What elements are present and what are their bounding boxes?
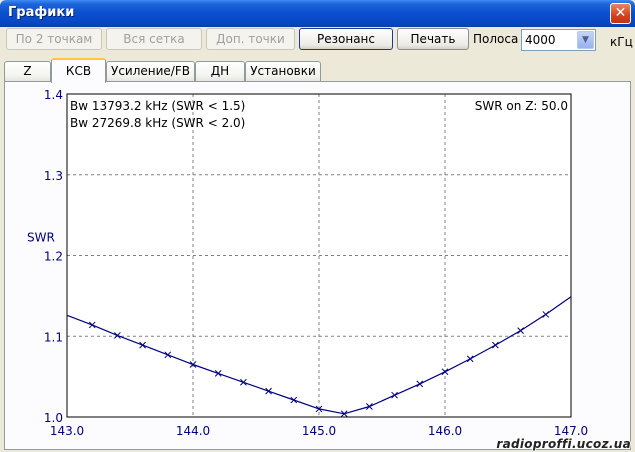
y-tick-label: 1.0 bbox=[44, 411, 63, 425]
band-value: 4000 bbox=[525, 33, 556, 47]
band-select[interactable]: 4000 ▼ bbox=[521, 29, 596, 51]
tab-z[interactable]: Z bbox=[4, 61, 51, 82]
print-button[interactable]: Печать bbox=[397, 28, 469, 50]
band-label: Полоса bbox=[473, 32, 519, 46]
x-tick-label: 146.0 bbox=[428, 424, 462, 438]
y-axis-label: SWR bbox=[27, 230, 55, 244]
extra-points-button[interactable]: Доп. точки bbox=[206, 28, 295, 50]
x-tick-label: 147.0 bbox=[554, 424, 588, 438]
swr-impedance-annotation: SWR on Z: 50.0 bbox=[475, 99, 568, 113]
close-button[interactable]: ✕ bbox=[610, 3, 631, 24]
y-tick-label: 1.1 bbox=[44, 330, 63, 344]
swr-chart: 143.0 144.0 145.0 146.0 147.0 1.4 1.3 1.2 1.1 1.0… bbox=[27, 88, 588, 438]
chevron-down-icon[interactable]: ▼ bbox=[577, 31, 594, 49]
chart-panel: 143.0 144.0 145.0 146.0 147.0 1.4 1.3 1.2 1.1 1.0… bbox=[4, 81, 631, 450]
y-tick-label: 1.2 bbox=[44, 250, 63, 264]
x-tick-label: 143.0 bbox=[50, 424, 84, 438]
x-tick-label: 145.0 bbox=[302, 424, 336, 438]
bandwidth-15-annotation: Bw 13793.2 kHz (SWR < 1.5) bbox=[70, 99, 245, 113]
bandwidth-20-annotation: Bw 27269.8 kHz (SWR < 2.0) bbox=[70, 116, 245, 130]
tab-gain-fb[interactable]: Усиление/FB bbox=[106, 61, 195, 82]
resonance-button[interactable]: Резонанс bbox=[299, 28, 393, 50]
tab-strip: Z КСВ Усиление/FB ДН Установки bbox=[4, 58, 631, 83]
tab-settings[interactable]: Установки bbox=[245, 61, 321, 82]
tab-swr[interactable]: КСВ bbox=[51, 58, 106, 83]
watermark: radioproffi.ucoz.ua bbox=[496, 437, 631, 451]
two-points-button[interactable]: По 2 точкам bbox=[6, 28, 102, 50]
title-bar: Графики ✕ bbox=[0, 0, 635, 27]
y-tick-label: 1.3 bbox=[44, 169, 63, 183]
tab-pattern[interactable]: ДН bbox=[195, 61, 245, 82]
y-tick-label: 1.4 bbox=[44, 88, 63, 102]
window-title: Графики bbox=[8, 5, 75, 20]
x-tick-label: 144.0 bbox=[176, 424, 210, 438]
band-unit: кГц bbox=[610, 35, 633, 49]
full-grid-button[interactable]: Вся сетка bbox=[106, 28, 202, 50]
